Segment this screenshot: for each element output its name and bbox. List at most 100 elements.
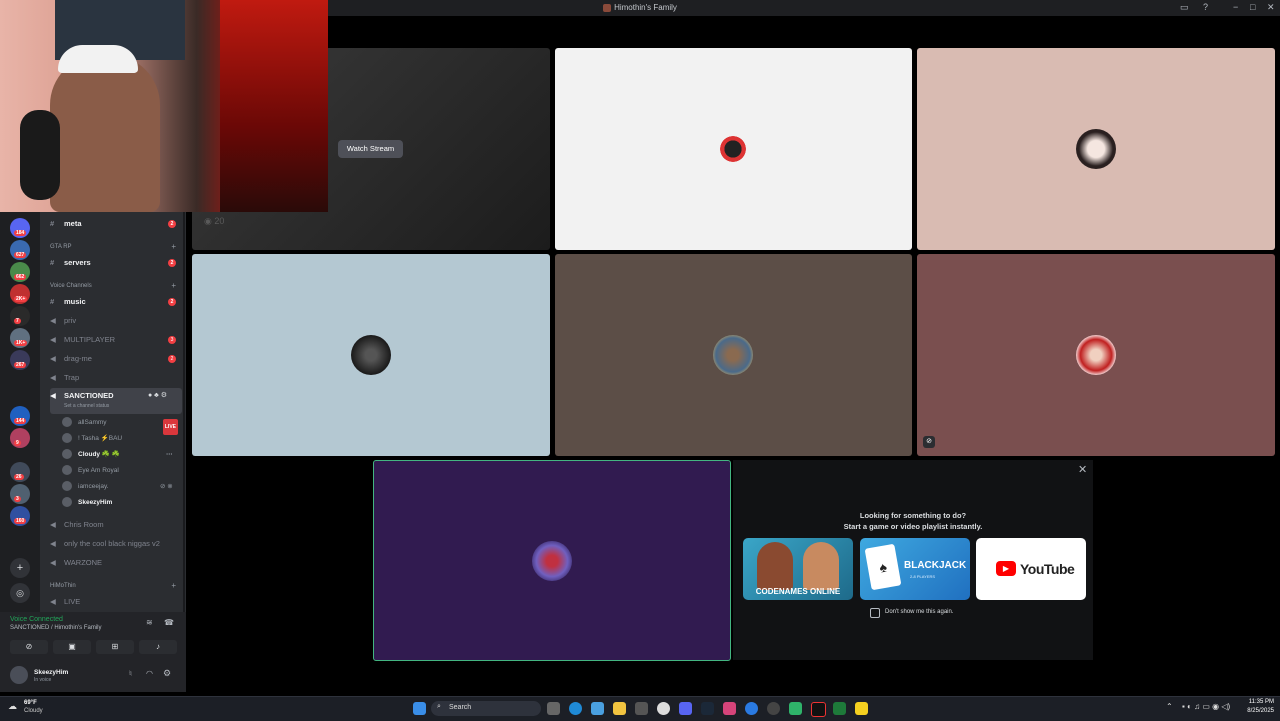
- channel-status[interactable]: Set a channel status: [64, 402, 109, 410]
- taskbar: ☁ 69°F Cloudy ⌕ Search ⌃ ▪ ◐ ♫ ▭ ◉ ◁) 11…: [0, 696, 1280, 721]
- discord-icon[interactable]: [679, 702, 692, 715]
- inbox-icon[interactable]: ▭: [1180, 2, 1189, 13]
- store-icon[interactable]: [635, 702, 648, 715]
- voice-channel-priv[interactable]: ◀ priv: [50, 313, 182, 329]
- poster-background: [220, 0, 328, 212]
- help-icon[interactable]: ?: [1203, 2, 1208, 12]
- tray-expand-icon[interactable]: ⌃: [1166, 702, 1173, 711]
- scrollbar[interactable]: [183, 212, 185, 612]
- blackjack-card[interactable]: ♠ BLACKJACK 2-8 PLAYERS: [860, 538, 970, 600]
- weather-desc: Cloudy: [24, 708, 43, 714]
- avatar: [351, 335, 391, 375]
- unread-badge: 267: [14, 362, 27, 368]
- watch-stream-button[interactable]: Watch Stream: [338, 140, 403, 158]
- add-channel-icon[interactable]: +: [171, 281, 176, 290]
- more-icon[interactable]: ⋯: [166, 448, 173, 462]
- youtube-card[interactable]: ▶ YouTube: [976, 538, 1086, 600]
- voice-user[interactable]: allSammy LIVE: [62, 416, 182, 435]
- channel-servers[interactable]: # servers 2: [50, 255, 182, 271]
- clock-time[interactable]: 11:35 PM: [1238, 699, 1274, 705]
- voice-channel-drag-me[interactable]: ◀ drag-me 2: [50, 351, 182, 367]
- soundboard-button[interactable]: ♪: [139, 640, 177, 654]
- headset-icon[interactable]: ◠: [146, 669, 153, 678]
- speaker-icon: ◀: [50, 335, 56, 344]
- voice-user[interactable]: iamceejay. ⊘ ⊗: [62, 480, 182, 494]
- category-gta[interactable]: GTA RP: [50, 244, 72, 250]
- settings-app-icon[interactable]: [767, 702, 780, 715]
- close-icon[interactable]: ✕: [1078, 463, 1087, 476]
- voice-channel-warzone[interactable]: ◀ WARZONE: [50, 555, 182, 571]
- voice-channel-live[interactable]: ◀ LIVE: [50, 594, 182, 610]
- screenshare-button[interactable]: ▣: [53, 640, 91, 654]
- sticky-notes-icon[interactable]: [855, 702, 868, 715]
- copilot-icon[interactable]: [591, 702, 604, 715]
- chrome-icon[interactable]: [657, 702, 670, 715]
- add-server-icon[interactable]: +: [10, 558, 30, 578]
- voice-channel-sanctioned[interactable]: ◀ SANCTIONED ● ♣ ⚙ Set a channel status: [50, 388, 182, 414]
- participant-tile[interactable]: [917, 48, 1275, 250]
- add-channel-icon[interactable]: +: [171, 242, 176, 251]
- avatar: [62, 449, 72, 460]
- settings-icon[interactable]: ⚙: [163, 668, 171, 679]
- camera-button[interactable]: ⊘: [10, 640, 48, 654]
- speaker-icon: ◀: [50, 316, 56, 325]
- unread-badge: 9: [14, 440, 21, 446]
- participant-tile[interactable]: [555, 254, 912, 456]
- minimize-button[interactable]: −: [1233, 2, 1238, 12]
- tray-icons[interactable]: ▪ ◐ ♫ ▭ ◉ ◁): [1182, 702, 1230, 711]
- edge-icon[interactable]: [569, 702, 582, 715]
- category-voice[interactable]: Voice Channels: [50, 283, 92, 289]
- add-channel-icon[interactable]: +: [171, 581, 176, 590]
- instagram-icon[interactable]: [723, 702, 736, 715]
- close-button[interactable]: ✕: [1267, 2, 1275, 13]
- steam-icon[interactable]: [701, 702, 714, 715]
- participant-tile[interactable]: [555, 48, 912, 250]
- voice-channel-trap[interactable]: ◀ Trap: [50, 370, 182, 386]
- activity-button[interactable]: ⊞: [96, 640, 134, 654]
- unread-badge: 7: [14, 318, 21, 324]
- clock-date[interactable]: 8/25/2025: [1236, 708, 1274, 714]
- start-icon[interactable]: [413, 702, 426, 715]
- voice-user[interactable]: ! Tasha ⚡BAU: [62, 432, 182, 446]
- character-art: [803, 542, 839, 590]
- voice-channel-cool[interactable]: ◀ only the cool black niggas v2: [50, 536, 182, 552]
- streamer: [50, 55, 160, 212]
- search-box[interactable]: ⌕ Search: [431, 701, 541, 716]
- disconnect-icon[interactable]: ☎: [164, 618, 174, 627]
- codenames-card[interactable]: CODENAMES ONLINE: [743, 538, 853, 600]
- unread-badge: 662: [14, 274, 27, 280]
- participant-tile[interactable]: [192, 254, 550, 456]
- user-panel: SkeezyHim In voice ♮ ◠ ⚙: [0, 658, 186, 692]
- mic-icon[interactable]: ♮: [129, 669, 132, 678]
- app-icon[interactable]: [745, 702, 758, 715]
- unread-badge: 184: [14, 230, 27, 236]
- explorer-icon[interactable]: [613, 702, 626, 715]
- avatar[interactable]: [10, 666, 28, 684]
- app-icon[interactable]: [789, 702, 802, 715]
- category-himothin[interactable]: HiMoThin: [50, 583, 76, 589]
- voice-channel-multiplayer[interactable]: ◀ MULTIPLAYER 3: [50, 332, 182, 348]
- maximize-button[interactable]: □: [1250, 2, 1255, 12]
- excel-icon[interactable]: [833, 702, 846, 715]
- channel-action-icons[interactable]: ● ♣ ⚙: [148, 388, 167, 404]
- tiktok-icon[interactable]: [811, 702, 826, 717]
- voice-channel-chris-room[interactable]: ◀ Chris Room: [50, 517, 182, 533]
- channel-music[interactable]: # music 2: [50, 294, 182, 310]
- noise-icon[interactable]: ≋: [146, 618, 153, 627]
- discover-icon[interactable]: ◎: [10, 583, 30, 603]
- search-label: Search: [449, 704, 472, 711]
- dont-show-checkbox[interactable]: [870, 608, 880, 618]
- focused-participant-tile[interactable]: [373, 460, 731, 661]
- weather-temp[interactable]: 69°F: [24, 700, 37, 706]
- youtube-play-icon: ▶: [996, 561, 1016, 576]
- voice-user[interactable]: Eye Am Royal: [62, 464, 182, 478]
- username[interactable]: SkeezyHim: [34, 669, 68, 676]
- participant-tile[interactable]: ⊘: [917, 254, 1275, 456]
- voice-user[interactable]: SkeezyHim: [62, 496, 182, 510]
- channel-meta[interactable]: # meta 2: [50, 216, 182, 232]
- taskview-icon[interactable]: [547, 702, 560, 715]
- unread-badge: 3: [14, 496, 21, 502]
- voice-user[interactable]: Cloudy ☘️ ☘️ ⋯: [62, 448, 182, 462]
- weather-icon[interactable]: ☁: [8, 701, 17, 712]
- voice-connected-label[interactable]: Voice Connected: [10, 616, 63, 623]
